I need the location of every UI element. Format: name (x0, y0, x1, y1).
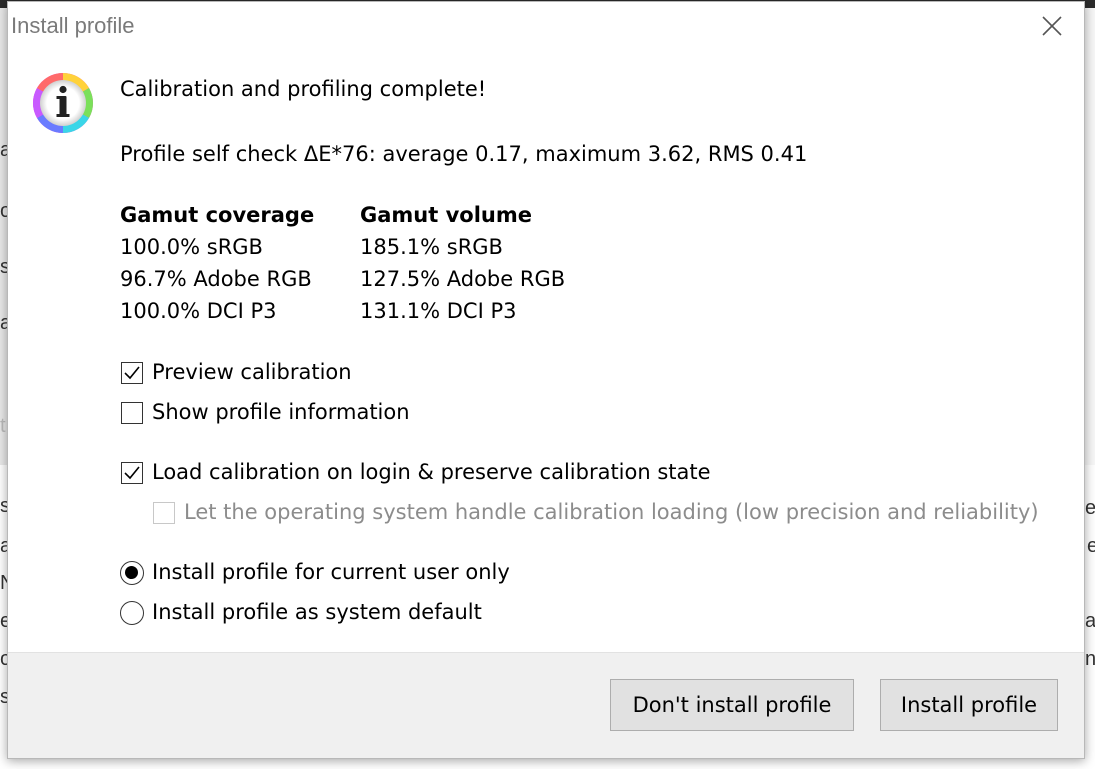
window-title: Install profile (11, 13, 135, 38)
dont-install-profile-button[interactable]: Don't install profile (610, 679, 854, 731)
install-current-user-radio[interactable] (120, 561, 144, 585)
install-profile-button[interactable]: Install profile (880, 679, 1058, 731)
os-calibration-loading-label: Let the operating system handle calibrat… (184, 500, 1039, 524)
install-profile-dialog: Install profile Calibration and profilin (7, 1, 1085, 759)
load-calibration-label[interactable]: Load calibration on login & preserve cal… (152, 460, 711, 484)
gamut-volume-value: 127.5% Adobe RGB (360, 267, 566, 291)
background-text-fragment: ay (1085, 610, 1095, 632)
show-profile-information-checkbox[interactable] (121, 402, 143, 424)
load-calibration-checkbox[interactable] (121, 462, 143, 484)
radio-selected-dot (125, 566, 138, 579)
self-check-text: Profile self check ΔE*76: average 0.17, … (120, 142, 808, 166)
checkmark-icon (124, 466, 140, 480)
close-button[interactable] (1020, 2, 1084, 50)
os-calibration-loading-checkbox (153, 502, 175, 524)
background-text-fragment: e (1087, 535, 1095, 557)
button-bar: Don't install profile Install profile (8, 652, 1084, 758)
install-system-default-label[interactable]: Install profile as system default (152, 600, 482, 624)
install-system-default-radio[interactable] (120, 601, 144, 625)
gamut-volume-header: Gamut volume (360, 203, 532, 227)
gamut-coverage-value: 100.0% DCI P3 (120, 299, 277, 323)
background-text-fragment: ne (1085, 648, 1095, 670)
background-text-fragment: t (0, 415, 6, 437)
install-current-user-label[interactable]: Install profile for current user only (152, 560, 510, 584)
gamut-volume-value: 185.1% sRGB (360, 235, 503, 259)
title-bar: Install profile (8, 2, 1084, 50)
gamut-coverage-value: 100.0% sRGB (120, 235, 263, 259)
background-text-fragment: el (1085, 497, 1095, 519)
preview-calibration-checkbox[interactable] (121, 362, 143, 384)
show-profile-information-label[interactable]: Show profile information (152, 400, 410, 424)
headline-text: Calibration and profiling complete! (120, 77, 487, 101)
info-icon (32, 72, 94, 133)
preview-calibration-label[interactable]: Preview calibration (152, 360, 352, 384)
gamut-coverage-value: 96.7% Adobe RGB (120, 267, 312, 291)
gamut-coverage-header: Gamut coverage (120, 203, 315, 227)
gamut-volume-value: 131.1% DCI P3 (360, 299, 517, 323)
close-icon (1042, 16, 1062, 36)
checkmark-icon (124, 366, 140, 380)
